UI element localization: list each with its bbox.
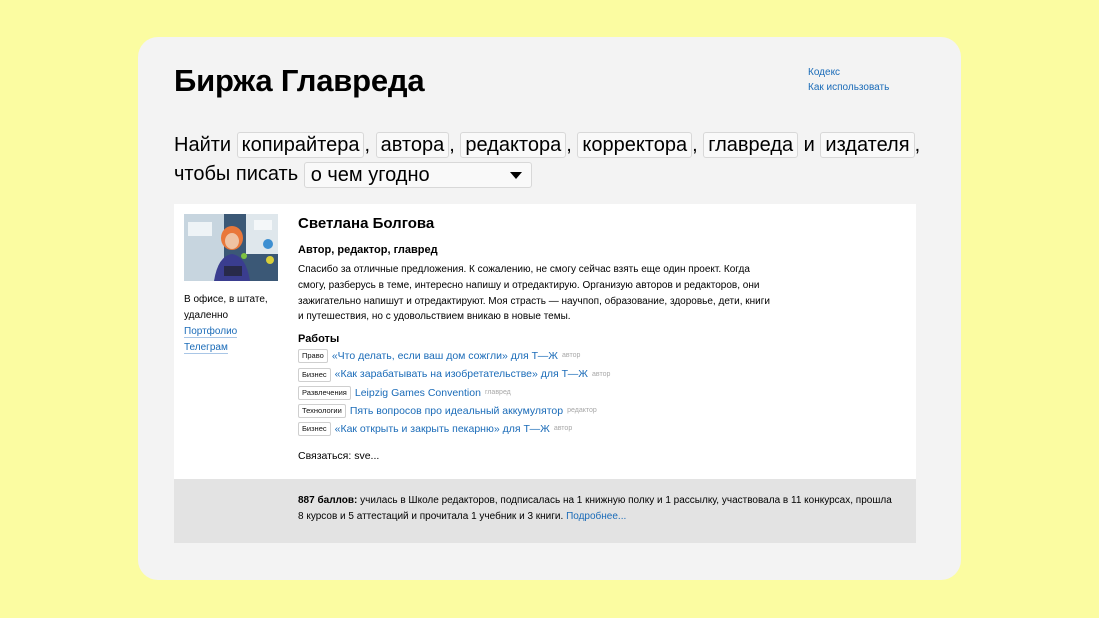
score-panel: 887 баллов: училась в Школе редакторов, … <box>174 479 916 543</box>
work-tag[interactable]: Развлечения <box>298 385 351 400</box>
portfolio-link[interactable]: Портфолио <box>184 326 238 338</box>
profile-photo <box>184 214 278 281</box>
work-link[interactable]: Leipzig Games Convention <box>355 387 481 399</box>
profile-card: В офисе, в штате, удаленно Портфолио Тел… <box>174 204 916 543</box>
work-link[interactable]: «Что делать, если ваш дом сожгли» для Т—… <box>332 350 558 362</box>
top-links: Кодекс Как использовать <box>808 65 889 95</box>
search-prefix: Найти <box>174 134 232 156</box>
works-list: Право «Что делать, если ваш дом сожгли» д… <box>298 347 898 438</box>
role-chip-publisher[interactable]: издателя <box>820 132 915 158</box>
chevron-down-icon <box>509 172 522 179</box>
role-chip-proofreader[interactable]: корректора <box>577 132 693 158</box>
work-role: автор <box>592 370 611 378</box>
work-link[interactable]: «Как зарабатывать на изобретательстве» д… <box>335 369 588 381</box>
work-tag[interactable]: Бизнес <box>298 367 331 382</box>
score-more-link[interactable]: Подробнее... <box>566 511 626 522</box>
works-title: Работы <box>298 333 340 346</box>
work-item: Право «Что делать, если ваш дом сожгли» д… <box>298 347 898 365</box>
side-info: В офисе, в штате, удаленно Портфолио Тел… <box>184 292 294 356</box>
and-word: и <box>803 134 815 156</box>
topic-select-value: о чем угодно <box>310 164 430 186</box>
work-item: Технологии Пять вопросов про идеальный ак… <box>298 402 898 420</box>
role-chip-copywriter[interactable]: копирайтера <box>236 132 365 158</box>
work-link[interactable]: Пять вопросов про идеальный аккумулятор <box>350 405 563 417</box>
work-link[interactable]: «Как открыть и закрыть пекарню» для Т—Ж <box>335 423 550 435</box>
profile-main: Светлана Болгова Автор, редактор, главре… <box>298 214 898 464</box>
work-role: автор <box>553 425 573 433</box>
work-role: главред <box>484 388 511 396</box>
search-line2-prefix: чтобы писать <box>174 163 299 185</box>
search-filter: Найти копирайтера, автора, редактора, ко… <box>174 132 921 188</box>
role-chip-author[interactable]: автора <box>375 132 450 158</box>
profile-bio: Спасибо за отличные предложения. К сожал… <box>298 264 770 323</box>
work-format: В офисе, в штате, удаленно <box>184 294 268 321</box>
work-tag[interactable]: Технологии <box>298 403 346 418</box>
profile-role: Автор, редактор, главред <box>298 244 438 256</box>
work-item: Бизнес «Как зарабатывать на изобретательс… <box>298 365 898 383</box>
topic-select[interactable]: о чем угодно <box>303 162 532 188</box>
work-item: Бизнес «Как открыть и закрыть пекарню» дл… <box>298 420 898 438</box>
contact-line[interactable]: Связаться: sve... <box>298 448 898 464</box>
main-window: Биржа Главреда Кодекс Как использовать Н… <box>138 37 961 580</box>
work-role: редактор <box>567 406 597 414</box>
how-to-use-link[interactable]: Как использовать <box>808 80 889 95</box>
score-points: 887 баллов: <box>298 495 358 506</box>
codex-link[interactable]: Кодекс <box>808 65 889 80</box>
role-chip-chief-editor[interactable]: главреда <box>703 132 799 158</box>
work-tag[interactable]: Бизнес <box>298 422 331 437</box>
telegram-link[interactable]: Телеграм <box>184 342 228 354</box>
role-chip-editor[interactable]: редактора <box>460 132 567 158</box>
work-role: автор <box>562 352 581 360</box>
site-title: Биржа Главреда <box>174 63 425 98</box>
work-item: Развлечения Leipzig Games Convention главр… <box>298 384 898 402</box>
work-tag[interactable]: Право <box>298 349 328 364</box>
profile-name: Светлана Болгова <box>298 215 435 232</box>
